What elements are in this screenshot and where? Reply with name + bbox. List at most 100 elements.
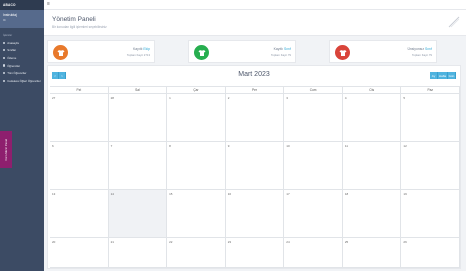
users-icon <box>3 72 6 75</box>
menu-toggle-icon[interactable]: ≡ <box>47 1 50 7</box>
sidebar-item-label: Codeless Öğleri Öğrenciler <box>7 78 41 83</box>
calendar-day-cell[interactable]: 18 <box>342 190 402 238</box>
weekday-label: Cts <box>343 87 402 93</box>
stat-label: Kayıtlı Sınıf <box>273 47 291 51</box>
calendar-day-number: 22 <box>169 239 173 244</box>
calendar-day-cell[interactable]: 12 <box>401 142 460 190</box>
calendar-day-cell[interactable]: 13 <box>50 190 109 238</box>
stat-card-registered-team[interactable]: Kayıtlı Ekip Toplam Kayıt 2713 <box>47 40 155 63</box>
calendar-day-cell[interactable]: 26 <box>401 238 460 268</box>
calendar-day-number: 6 <box>52 143 54 148</box>
calendar-view-switcher: Ay Hafta Gün <box>430 72 456 79</box>
weekday-label: Per <box>226 87 285 93</box>
sidebar-item-tum-ogrenciler[interactable]: Tüm Öğrenciler <box>0 69 44 77</box>
calendar-day-cell[interactable]: 14 <box>108 190 168 238</box>
calendar-day-number: 21 <box>110 239 114 244</box>
calendar-day-number: 13 <box>52 191 56 196</box>
calendar-day-number: 10 <box>286 143 290 148</box>
sidebar-item-codeless-ogrenciler[interactable]: Codeless Öğleri Öğrenciler <box>0 77 44 85</box>
page-subtitle: Bir konudan ilgili işlemleri seçebilirsi… <box>52 25 107 29</box>
pencil-icon <box>448 16 460 28</box>
side-panel-tab-label: Cem Meric Panel <box>4 138 8 161</box>
calendar-day-number: 16 <box>227 191 232 196</box>
money-icon <box>3 56 6 60</box>
user-name: Instruktaj <box>3 13 17 17</box>
calendar-day-cell[interactable]: 11 <box>342 142 402 190</box>
calendar-day-number: 3 <box>286 95 288 100</box>
calendar-day-number: 15 <box>169 191 173 196</box>
calendar-day-cell[interactable]: 5 <box>401 94 460 142</box>
calendar-day-number: 1 <box>169 95 171 100</box>
calendar-day-number: 14 <box>110 191 114 196</box>
users-icon <box>3 79 6 82</box>
list-icon <box>3 49 6 52</box>
sidebar-item-label: Ödeme <box>7 55 17 60</box>
calendar-day-cell[interactable]: 20 <box>50 238 109 268</box>
calendar-day-cell[interactable]: 9 <box>225 142 285 190</box>
sidebar-item-label: Tüm Öğrenciler <box>7 71 27 76</box>
users-icon <box>3 64 6 67</box>
stat-icon-circle <box>335 45 350 60</box>
stat-label: Kayıtlı Ekip <box>133 47 150 51</box>
view-month-button[interactable]: Ay <box>430 72 438 79</box>
weekday-label: Sal <box>109 87 168 93</box>
calendar-day-number: 11 <box>344 143 348 148</box>
calendar-day-cell[interactable]: 28 <box>108 94 168 142</box>
calendar-day-number: 23 <box>227 239 232 244</box>
top-bar: ≡ <box>44 0 466 10</box>
calendar-day-number: 5 <box>403 95 406 100</box>
calendar-day-cell[interactable]: 17 <box>284 190 343 238</box>
weekday-header: Pzt Sal Çar Per Cum Cts Paz <box>50 86 461 94</box>
sidebar-item-label: Sınıflar <box>7 48 17 53</box>
calendar-day-number: 4 <box>344 95 347 100</box>
calendar-day-cell[interactable]: 3 <box>284 94 343 142</box>
calendar-day-cell[interactable]: 4 <box>342 94 402 142</box>
view-day-button[interactable]: Gün <box>448 72 456 79</box>
sidebar-item-label: Öğrenciler <box>7 63 21 68</box>
sidebar-item-anasayfa[interactable]: Anasayfa <box>0 39 44 47</box>
sidebar-item-odeme[interactable]: Ödeme <box>0 54 44 62</box>
calendar-day-cell[interactable]: 7 <box>108 142 168 190</box>
side-panel-tab[interactable]: Cem Meric Panel <box>0 131 12 168</box>
tshirt-icon <box>57 49 64 56</box>
calendar-day-number: 27 <box>52 95 56 100</box>
stat-label: Ünsiyonsız Sınıf <box>407 47 432 51</box>
calendar-day-cell[interactable]: 21 <box>108 238 168 268</box>
calendar-day-cell[interactable]: 10 <box>284 142 343 190</box>
calendar-nav: < > <box>52 72 66 79</box>
calendar-day-number: 20 <box>52 239 56 244</box>
calendar-day-cell[interactable]: 27 <box>50 94 109 142</box>
calendar-day-cell[interactable]: 1 <box>167 94 226 142</box>
stat-total: Toplam Kayıt 79 <box>270 53 291 57</box>
calendar: Mart 2023 < > Ay Hafta Gün Pzt Sal Çar P… <box>47 65 461 269</box>
weekday-label: Paz <box>401 87 461 93</box>
calendar-day-cell[interactable]: 19 <box>401 190 460 238</box>
calendar-day-cell[interactable]: 16 <box>225 190 285 238</box>
user-role: IC <box>3 18 6 22</box>
home-icon <box>3 41 6 44</box>
sidebar-item-siniflar[interactable]: Sınıflar <box>0 47 44 55</box>
calendar-day-cell[interactable]: 6 <box>50 142 109 190</box>
calendar-day-cell[interactable]: 23 <box>225 238 285 268</box>
calendar-day-number: 9 <box>227 143 230 148</box>
calendar-title: Mart 2023 <box>238 71 270 78</box>
weekday-label: Cum <box>284 87 343 93</box>
stat-card-unsized-class[interactable]: Ünsiyonsız Sınıf Toplam Kayıt 79 <box>329 40 437 63</box>
stat-icon-circle <box>194 45 209 60</box>
calendar-day-cell[interactable]: 8 <box>167 142 226 190</box>
calendar-day-number: 28 <box>110 95 114 100</box>
calendar-day-cell[interactable]: 25 <box>342 238 402 268</box>
calendar-next-button[interactable]: > <box>59 72 66 79</box>
calendar-prev-button[interactable]: < <box>52 72 59 79</box>
page-header: Yönetim Paneli Bir konudan ilgili işleml… <box>44 10 466 36</box>
view-week-button[interactable]: Hafta <box>438 72 448 79</box>
calendar-grid: 27 28 1 2 3 4 5 6 7 8 9 10 11 12 13 14 15 16 17 18 19 20 21 22 2… <box>50 94 460 268</box>
brand-logo[interactable]: ABACO <box>0 0 44 10</box>
weekday-label: Pzt <box>50 87 109 93</box>
calendar-day-cell[interactable]: 15 <box>167 190 226 238</box>
stat-card-registered-class[interactable]: Kayıtlı Sınıf Toplam Kayıt 79 <box>188 40 296 63</box>
sidebar-item-ogrenciler[interactable]: Öğrenciler <box>0 62 44 70</box>
calendar-day-cell[interactable]: 24 <box>284 238 343 268</box>
calendar-day-cell[interactable]: 22 <box>167 238 226 268</box>
calendar-day-cell[interactable]: 2 <box>225 94 285 142</box>
